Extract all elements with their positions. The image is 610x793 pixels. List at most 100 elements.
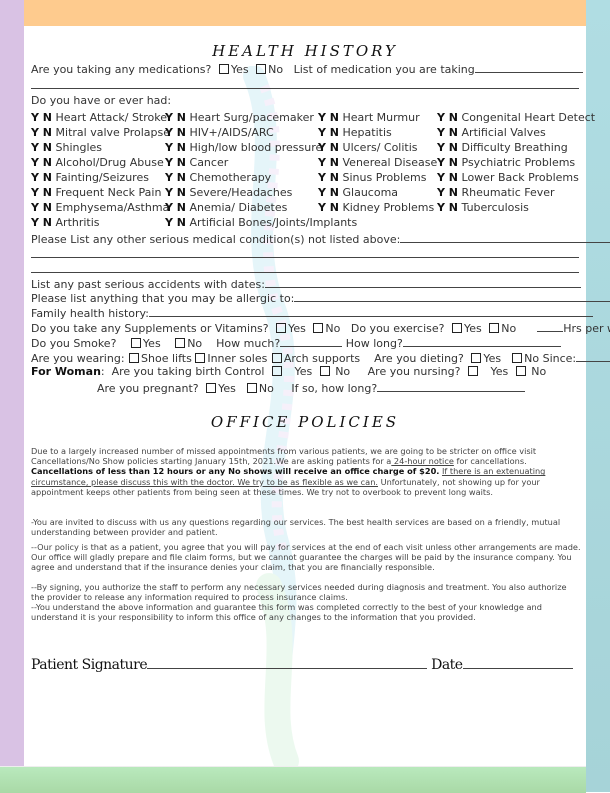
shoe-lifts-checkbox[interactable]: [129, 353, 140, 363]
pregnancy-duration-field[interactable]: [377, 380, 526, 392]
yes-no-selector[interactable]: Y N: [318, 126, 339, 139]
birth-control-yes-checkbox[interactable]: [271, 366, 282, 376]
smoke-no-checkbox[interactable]: [175, 338, 186, 348]
condition-label: Severe/Headaches: [189, 186, 293, 199]
acknowledgement-paragraph: --You understand the above information a…: [31, 602, 542, 623]
medications-question: Are you taking any medications?: [31, 63, 212, 76]
yes-no-selector[interactable]: Y N: [31, 201, 52, 214]
condition-label: Difficulty Breathing: [461, 141, 568, 154]
accidents-field[interactable]: [264, 276, 581, 288]
patient-signature-field[interactable]: [147, 654, 428, 669]
yes-no-selector[interactable]: Y N: [31, 126, 52, 139]
other-conditions-field[interactable]: [400, 231, 610, 243]
birth-control-no-checkbox[interactable]: [319, 366, 330, 376]
condition-label: Heart Surg/pacemaker: [189, 111, 314, 124]
yes-no-selector[interactable]: Y N: [31, 171, 52, 184]
other-conditions-line2[interactable]: [31, 257, 579, 258]
cancellation-charge-text: Cancellations of less than 12 hours or a…: [31, 466, 440, 477]
dieting-question: Are you dieting?: [374, 352, 464, 365]
signature-row: Patient Signature Date: [31, 654, 573, 673]
hrs-per-week-field[interactable]: [537, 320, 564, 332]
supplements-question: Do you take any Supplements or Vitamins?: [31, 322, 269, 335]
yes-no-selector[interactable]: Y N: [437, 201, 458, 214]
yes-no-selector[interactable]: Y N: [437, 111, 458, 124]
no-label: No: [325, 322, 341, 335]
conditions-intro: Do you have or ever had:: [31, 94, 172, 107]
medication-list-field-line2[interactable]: [31, 88, 579, 89]
pregnant-yes-checkbox[interactable]: [206, 383, 217, 393]
yes-no-selector[interactable]: Y N: [437, 171, 458, 184]
family-history-field[interactable]: [148, 305, 593, 317]
allergies-field[interactable]: [294, 290, 610, 302]
birth-control-question: Are you taking birth Control: [111, 365, 265, 378]
yes-no-selector[interactable]: Y N: [31, 216, 52, 229]
nursing-no-checkbox[interactable]: [515, 366, 526, 376]
yes-no-selector[interactable]: Y N: [437, 156, 458, 169]
inner-soles-checkbox[interactable]: [195, 353, 206, 363]
dieting-yes-checkbox[interactable]: [471, 353, 482, 363]
yes-no-selector[interactable]: Y N: [165, 201, 186, 214]
condition-item: Y N Sinus Problems: [318, 170, 437, 185]
exercise-question: Do you exercise?: [350, 322, 445, 335]
dieting-since-field[interactable]: [576, 350, 610, 362]
supplements-exercise-row: Do you take any Supplements or Vitamins?…: [31, 320, 610, 336]
condition-label: Shingles: [55, 141, 103, 154]
yes-no-selector[interactable]: Y N: [31, 156, 52, 169]
supplements-no-checkbox[interactable]: [313, 323, 324, 333]
exercise-yes-checkbox[interactable]: [452, 323, 462, 333]
yes-no-selector[interactable]: Y N: [437, 186, 458, 199]
condition-item: Y N Rheumatic Fever: [437, 185, 595, 200]
yes-no-selector[interactable]: Y N: [318, 201, 339, 214]
supplements-yes-checkbox[interactable]: [276, 323, 287, 333]
yes-no-selector[interactable]: Y N: [318, 156, 339, 169]
yes-no-selector[interactable]: Y N: [165, 171, 186, 184]
yes-label: Yes: [230, 63, 249, 76]
date-label: Date: [431, 657, 463, 673]
condition-item: Y N Tuberculosis: [437, 200, 595, 215]
hrs-per-week-label: Hrs per week: [563, 322, 610, 335]
yes-label: Yes: [288, 322, 306, 335]
dieting-no-checkbox[interactable]: [512, 353, 523, 363]
smoke-yes-checkbox[interactable]: [130, 338, 141, 348]
yes-no-selector[interactable]: Y N: [31, 111, 52, 124]
yes-no-selector[interactable]: Y N: [165, 156, 186, 169]
yes-no-selector[interactable]: Y N: [165, 111, 186, 124]
yes-no-selector[interactable]: Y N: [437, 126, 458, 139]
form-page: HEALTH HISTORY Are you taking any medica…: [24, 26, 610, 766]
yes-no-selector[interactable]: Y N: [437, 141, 458, 154]
condition-label: Tuberculosis: [461, 201, 529, 214]
arch-supports-checkbox[interactable]: [271, 353, 282, 363]
date-field[interactable]: [462, 654, 573, 669]
exercise-no-checkbox[interactable]: [489, 323, 500, 333]
condition-item: Y N Shingles: [31, 140, 170, 155]
medications-no-checkbox[interactable]: [256, 64, 267, 74]
how-long-field[interactable]: [402, 335, 561, 347]
condition-item: Y N Artificial Valves: [437, 125, 595, 140]
no-label: No: [187, 337, 203, 350]
yes-no-selector[interactable]: Y N: [318, 171, 339, 184]
yes-no-selector[interactable]: Y N: [31, 141, 52, 154]
yes-no-selector[interactable]: Y N: [165, 186, 186, 199]
yes-no-selector[interactable]: Y N: [165, 126, 186, 139]
left-color-strip: [0, 0, 24, 766]
condition-label: Arthritis: [55, 216, 100, 229]
nursing-yes-checkbox[interactable]: [467, 366, 478, 376]
condition-label: High/low blood pressure: [189, 141, 323, 154]
yes-no-selector[interactable]: Y N: [31, 186, 52, 199]
other-conditions-line3[interactable]: [31, 272, 579, 273]
yes-no-selector[interactable]: Y N: [318, 141, 339, 154]
condition-item: Y N Heart Attack/ Stroke: [31, 110, 170, 125]
medications-yes-checkbox[interactable]: [218, 64, 229, 74]
condition-label: Ulcers/ Colitis: [342, 141, 418, 154]
how-much-field[interactable]: [280, 335, 343, 347]
pregnant-no-checkbox[interactable]: [246, 383, 257, 393]
how-much-label: How much?: [216, 337, 281, 350]
conditions-column-1: Y N Heart Attack/ Stroke Y N Mitral valve…: [31, 110, 170, 230]
condition-label: Alcohol/Drug Abuse: [55, 156, 164, 169]
yes-no-selector[interactable]: Y N: [318, 111, 339, 124]
medication-list-field[interactable]: [474, 61, 583, 73]
yes-no-selector[interactable]: Y N: [165, 141, 186, 154]
yes-no-selector[interactable]: Y N: [165, 216, 186, 229]
yes-no-selector[interactable]: Y N: [318, 186, 339, 199]
birth-control-row: For Woman: Are you taking birth Control …: [31, 365, 547, 378]
